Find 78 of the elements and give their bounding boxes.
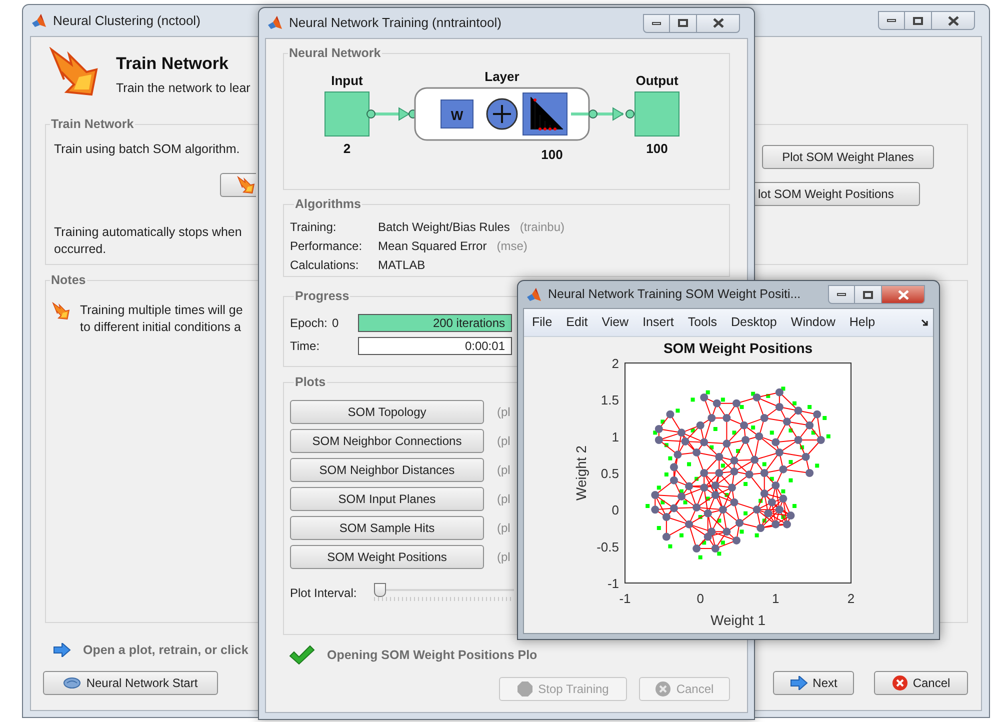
plot-button[interactable]: SOM Topology bbox=[290, 400, 484, 424]
y-tick-label: -1 bbox=[607, 576, 619, 591]
page-subheading: Train the network to lear bbox=[116, 80, 250, 96]
status-text: Opening SOM Weight Positions Plo bbox=[327, 646, 538, 664]
start-button[interactable]: Neural Network Start bbox=[43, 670, 218, 695]
menu-item[interactable]: Desktop bbox=[731, 313, 777, 332]
description-text: Train using batch SOM algorithm. bbox=[54, 140, 241, 158]
plot-hint: (pl bbox=[497, 404, 510, 421]
time-field: 0:00:01 bbox=[358, 336, 512, 355]
algorithm-value: Batch Weight/Bias Rules bbox=[378, 218, 510, 236]
x-tick-label: 2 bbox=[847, 591, 855, 606]
algorithm-value: Mean Squared Error bbox=[378, 238, 487, 255]
y-tick-label: 0 bbox=[612, 502, 619, 518]
layer-size: 100 bbox=[540, 146, 562, 162]
window-title: Neural Network Training SOM Weight Positi... bbox=[548, 286, 801, 304]
group-title: Notes bbox=[50, 272, 87, 289]
output-size: 100 bbox=[646, 140, 668, 156]
input-size: 2 bbox=[342, 140, 350, 156]
menu-item[interactable]: Window bbox=[790, 313, 836, 332]
y-axis-label: Weight 2 bbox=[573, 446, 589, 500]
weight-label: W bbox=[450, 108, 463, 123]
plot-button[interactable]: SOM Input Planes bbox=[290, 486, 484, 511]
next-button[interactable]: Next bbox=[773, 670, 854, 695]
layer-label: Layer bbox=[484, 68, 519, 84]
progress-label: Time: bbox=[290, 338, 321, 355]
plot-button[interactable]: Plot SOM Weight Planes bbox=[762, 144, 934, 169]
plot-hint: (pl bbox=[497, 490, 510, 508]
menu-item[interactable]: File bbox=[532, 313, 552, 332]
menu-item[interactable]: Edit bbox=[566, 313, 588, 332]
chart-title: SOM Weight Positions bbox=[663, 340, 813, 356]
plot-button[interactable]: SOM Neighbor Connections bbox=[290, 428, 484, 453]
progress-reading: 200 iterations bbox=[432, 314, 505, 331]
input-label: Input bbox=[330, 72, 362, 88]
note-text: to different initial conditions a bbox=[80, 318, 242, 336]
algorithm-code: (mse) bbox=[496, 238, 528, 255]
group-title: Neural Network bbox=[288, 45, 382, 62]
output-label: Output bbox=[635, 72, 678, 88]
y-tick-label: 2 bbox=[612, 356, 619, 371]
page-heading: Train Network bbox=[116, 53, 230, 75]
plot-button[interactable]: SOM Neighbor Distances bbox=[290, 458, 484, 482]
algorithm-code: (trainbu) bbox=[520, 218, 565, 236]
window-title: Neural Network Training (nntraintool) bbox=[289, 14, 502, 32]
x-tick-label: 0 bbox=[696, 591, 704, 606]
plot-hint: (pl bbox=[497, 462, 510, 479]
y-tick-label: 1 bbox=[612, 429, 619, 444]
plot-hint: (pl bbox=[497, 548, 510, 566]
info-text: occurred. bbox=[54, 240, 108, 258]
algorithm-value: MATLAB bbox=[378, 256, 426, 274]
x-axis-label: Weight 1 bbox=[710, 612, 766, 628]
x-tick-label: 1 bbox=[772, 591, 780, 606]
window-title: Neural Clustering (nctool) bbox=[53, 12, 200, 30]
y-tick-label: 0.5 bbox=[600, 466, 619, 481]
info-text: Training automatically stops when bbox=[54, 224, 243, 240]
group-title: Progress bbox=[294, 288, 350, 305]
group-title: Train Network bbox=[50, 116, 135, 133]
hint-text: Open a plot, retrain, or click bbox=[83, 642, 248, 659]
algorithm-label: Calculations: bbox=[290, 256, 360, 274]
plot-hint: (pl bbox=[497, 432, 510, 450]
x-tick-label: -1 bbox=[619, 591, 631, 606]
algorithm-label: Performance: bbox=[290, 238, 364, 255]
y-tick-label: 1.5 bbox=[600, 392, 619, 408]
plot-button[interactable]: SOM Weight Positions bbox=[290, 544, 484, 569]
menu-item[interactable]: View bbox=[602, 313, 629, 332]
y-tick-label: -0.5 bbox=[596, 539, 619, 554]
plot-button[interactable]: lot SOM Weight Positions bbox=[754, 182, 920, 206]
algorithm-label: Training: bbox=[290, 218, 338, 236]
menu-item[interactable]: Insert bbox=[642, 313, 674, 332]
plot-button[interactable]: SOM Sample Hits bbox=[290, 516, 484, 540]
plot-hint: (pl bbox=[497, 520, 510, 537]
progress-label: Epoch: bbox=[290, 314, 328, 332]
menu-item[interactable]: Tools bbox=[688, 313, 718, 332]
progress-start: 0 bbox=[332, 316, 339, 330]
note-text: Training multiple times will ge bbox=[80, 302, 243, 319]
menu-item[interactable]: Help bbox=[849, 313, 876, 332]
slider-label: Plot Interval: bbox=[290, 584, 358, 602]
group-title: Plots bbox=[294, 374, 327, 391]
cancel-button[interactable]: Cancel bbox=[874, 670, 968, 695]
group-title: Algorithms bbox=[294, 196, 362, 213]
